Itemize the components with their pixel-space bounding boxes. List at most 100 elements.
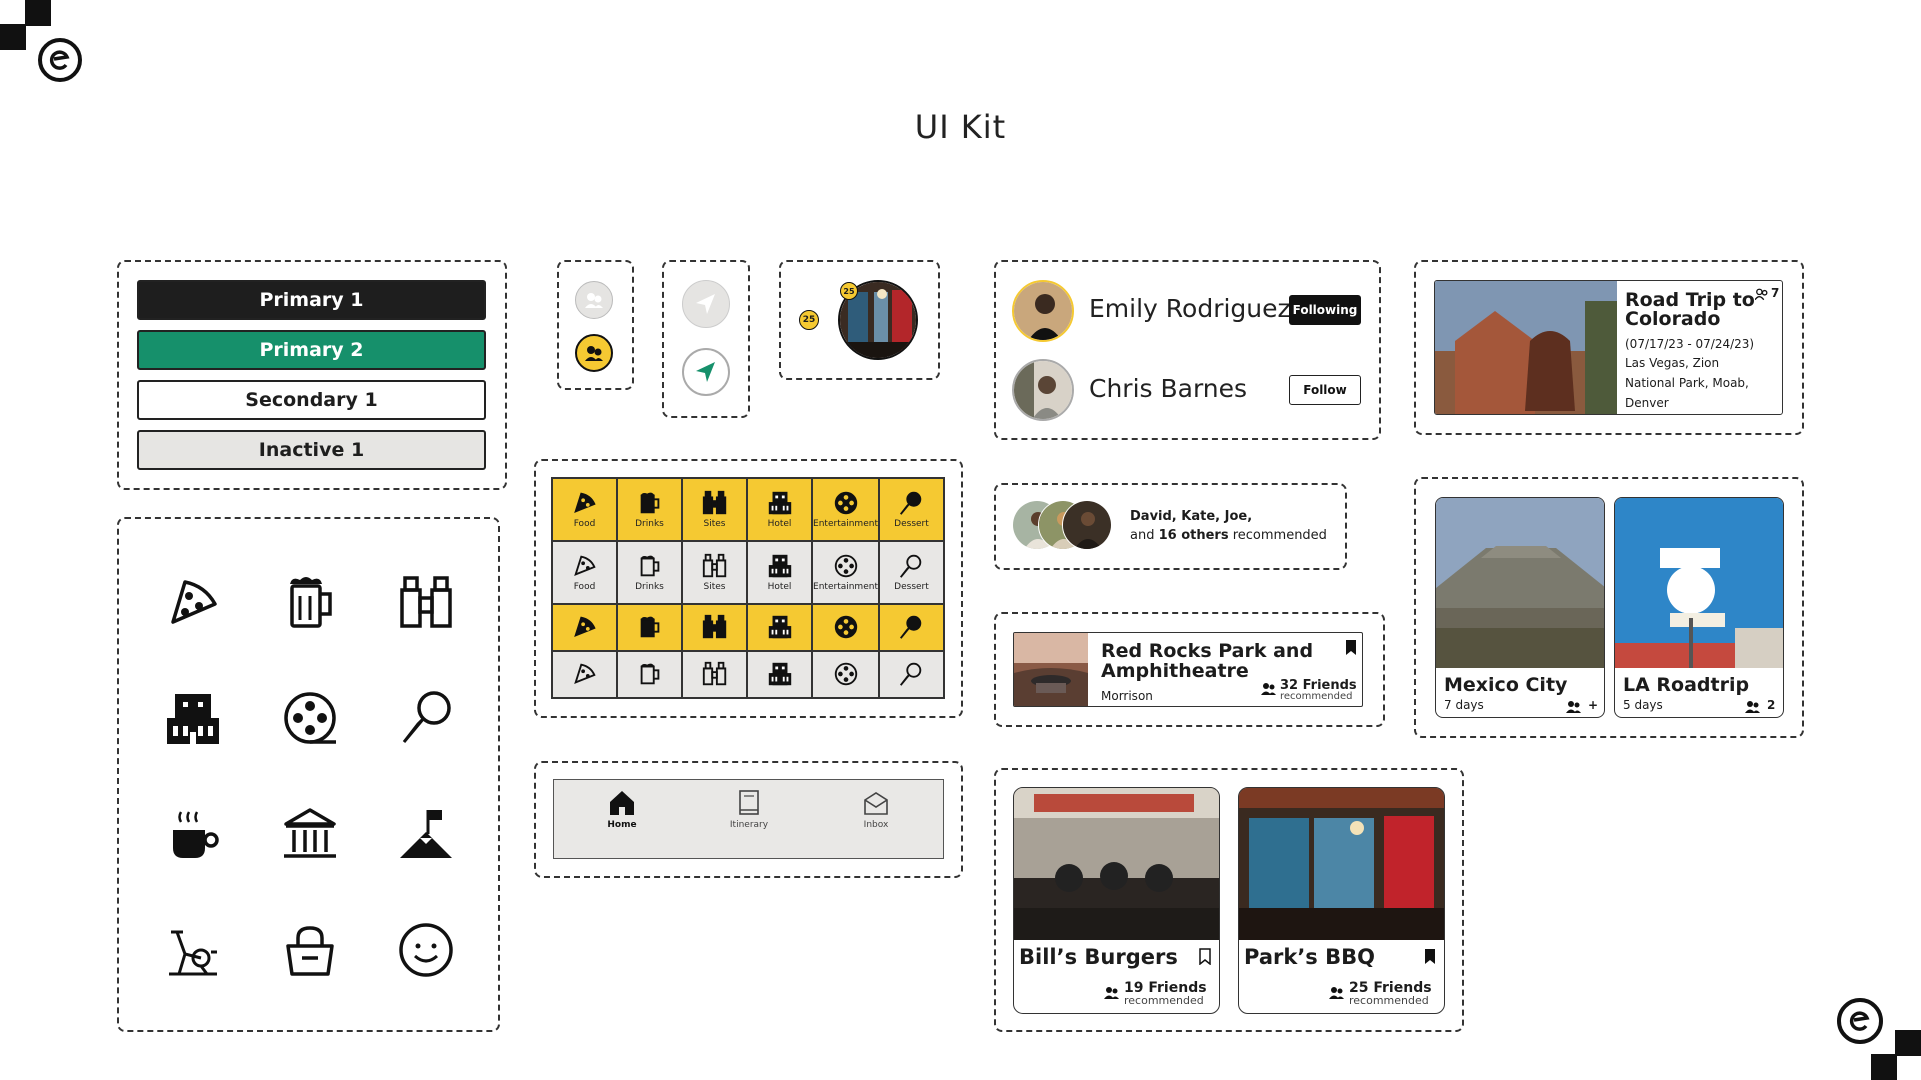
locate-button-inactive[interactable] [682,280,730,328]
trip-route-3: Denver [1625,396,1669,410]
category-label: Drinks [635,582,664,593]
place-recommended: recommended [1280,691,1353,702]
recommend-count: 16 others [1158,528,1229,543]
film-reel-icon [280,688,340,748]
restaurant-recommended: recommended [1349,994,1429,1007]
primary-2-button[interactable]: Primary 2 [137,330,486,370]
bookmark-outline-icon[interactable] [1198,948,1212,965]
place-title: Red Rocks Park and Amphitheatre [1101,640,1314,682]
trip-photo [1435,281,1617,414]
beer-mug-icon [280,572,340,632]
category-grid: Food Drinks Sites Hotel Entertainment Dessert… [551,477,945,699]
film-reel-icon [834,663,857,686]
following-button[interactable]: Following [1289,295,1361,325]
person-name: Chris Barnes [1089,374,1248,403]
secondary-1-button[interactable]: Secondary 1 [137,380,486,420]
friend-avatar [1062,500,1112,550]
navigation-arrow-icon [696,362,715,382]
category-chip-entertainment[interactable] [812,650,879,698]
book-icon [739,790,759,815]
trip-tile-days: 7 days [1444,698,1484,712]
category-chip-dessert[interactable] [878,650,944,698]
restaurant-card[interactable]: Bill’s Burgers 19 Friends recommended [1013,787,1220,1014]
category-chip-entertainment[interactable] [812,603,879,651]
category-chip-drinks[interactable] [617,603,683,651]
group-marker-inactive[interactable] [575,281,613,319]
binoculars-icon [702,615,726,639]
category-chip-food[interactable]: Food [552,540,617,604]
people-icon [1104,987,1119,999]
trip-count: 7 [1771,286,1780,300]
category-label: Entertainment [813,582,878,593]
bookmark-icon[interactable] [1344,639,1358,656]
film-reel-icon [834,492,857,515]
beer-mug-icon [640,616,659,638]
category-chip-entertainment[interactable]: Entertainment [812,540,879,604]
trip-tile[interactable]: Mexico City 7 days + [1435,497,1605,718]
navigation-arrow-icon [696,294,715,314]
follow-button[interactable]: Follow [1289,375,1361,405]
category-chip-food[interactable] [552,650,617,698]
logo-icon-top [38,38,82,82]
restaurant-card[interactable]: Park’s BBQ 25 Friends recommended [1238,787,1445,1014]
nav-item-inbox[interactable]: Inbox [836,788,916,830]
category-chip-sites[interactable]: Sites [682,540,748,604]
count-badge[interactable]: 25 [799,310,819,330]
nav-item-home[interactable]: Home [582,788,662,830]
category-chip-food[interactable]: Food [552,478,617,541]
bookmark-icon[interactable] [1423,948,1437,965]
category-chip-dessert[interactable]: Dessert [878,540,944,604]
restaurant-name: Bill’s Burgers [1019,945,1178,969]
category-label: Food [573,582,596,593]
category-chip-hotel[interactable]: Hotel [747,540,813,604]
category-chip-hotel[interactable] [747,603,813,651]
category-chip-entertainment[interactable]: Entertainment [812,478,879,541]
category-chip-drinks[interactable] [617,650,683,698]
avatar-emily[interactable] [1012,280,1074,342]
locate-button-active[interactable] [682,348,730,396]
people-icon [1329,987,1344,999]
primary-1-button[interactable]: Primary 1 [137,280,486,320]
logo-square-top [25,0,51,26]
category-chip-dessert[interactable]: Dessert [878,478,944,541]
smiley-icon [396,920,456,980]
hotel-icon [768,492,791,515]
place-card[interactable]: Red Rocks Park and Amphitheatre Morrison… [1013,632,1363,707]
pizza-icon [163,572,223,632]
category-chip-sites[interactable]: Sites [682,478,748,541]
trip-tile[interactable]: LA Roadtrip 5 days 2 [1614,497,1784,718]
pizza-icon [573,493,596,514]
nav-home-label: Home [607,820,637,830]
restaurant-photo [1239,788,1444,940]
pizza-icon [573,664,596,685]
category-label: Sites [703,519,726,530]
hotel-icon [768,663,791,686]
category-chip-hotel[interactable]: Hotel [747,478,813,541]
place-location: Morrison [1101,689,1153,703]
museum-icon [280,804,340,864]
category-label: Hotel [767,519,792,530]
nav-item-itinerary[interactable]: Itinerary [709,788,789,830]
category-chip-food[interactable] [552,603,617,651]
category-chip-drinks[interactable]: Drinks [617,540,683,604]
trip-route-1: Las Vegas, Zion [1625,356,1720,370]
category-chip-sites[interactable] [682,650,748,698]
avatar-chris[interactable] [1012,359,1074,421]
trip-tile-photo [1436,498,1604,668]
category-chip-dessert[interactable] [878,603,944,651]
category-chip-sites[interactable] [682,603,748,651]
category-label: Hotel [767,582,792,593]
group-marker-active[interactable] [575,334,613,372]
trip-tile-name: LA Roadtrip [1623,674,1750,696]
inbox-icon [864,792,888,815]
home-icon [610,791,634,815]
trip-card[interactable]: Road Trip to Colorado 7 (07/17/23 - 07/2… [1434,280,1783,415]
logo-square-top-2 [0,24,26,50]
category-chip-hotel[interactable] [747,650,813,698]
category-chip-drinks[interactable]: Drinks [617,478,683,541]
shopping-bag-icon [280,920,340,980]
category-label: Drinks [635,519,664,530]
beer-mug-icon [640,493,659,514]
beer-mug-icon [640,555,659,577]
binoculars-icon [396,572,456,632]
